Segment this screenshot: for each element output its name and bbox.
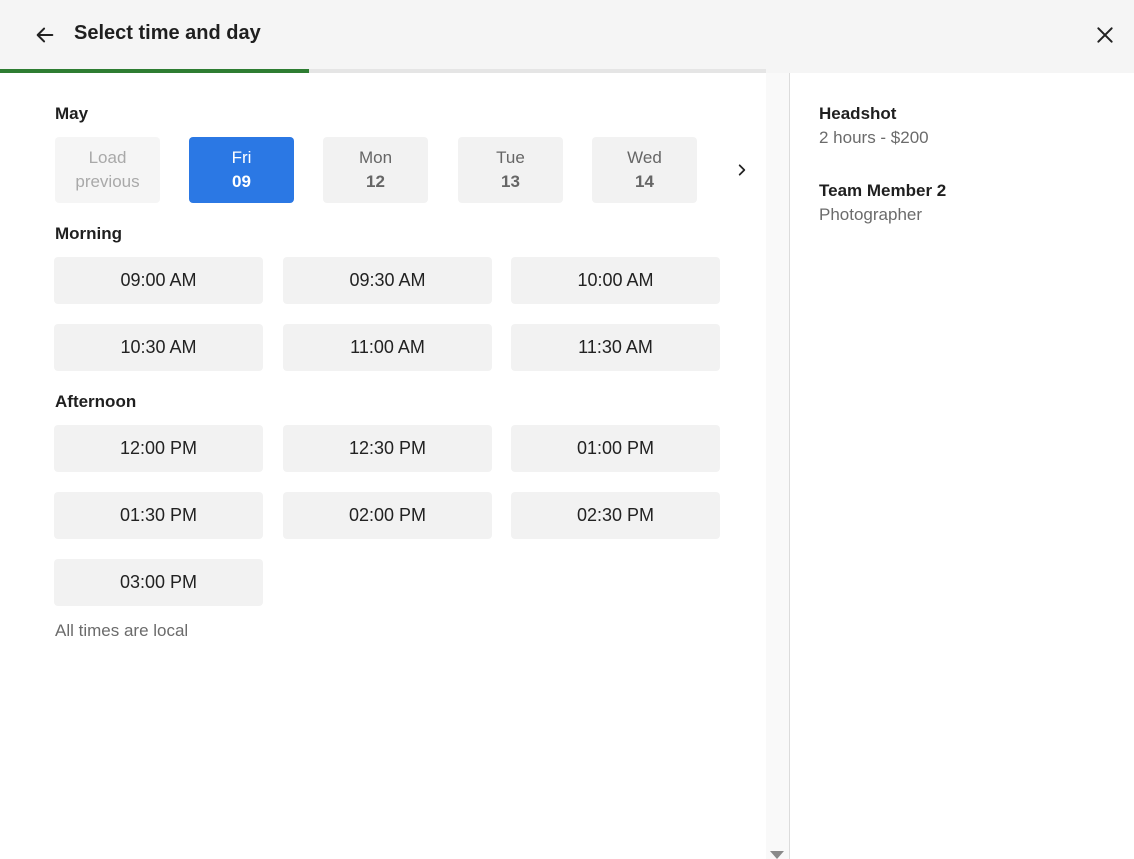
- time-slot-1200pm[interactable]: 12:00 PM: [54, 425, 263, 472]
- day-weekday: Fri: [231, 148, 252, 167]
- close-button[interactable]: [1090, 20, 1120, 50]
- scrollbar[interactable]: [766, 73, 789, 859]
- load-previous-line1: Load: [88, 148, 127, 167]
- day-number: 12: [366, 172, 385, 191]
- time-slot-0900am[interactable]: 09:00 AM: [54, 257, 263, 304]
- time-slot-0300pm[interactable]: 03:00 PM: [54, 559, 263, 606]
- load-previous-button[interactable]: Load previous: [55, 137, 160, 203]
- day-weekday: Wed: [627, 148, 662, 167]
- day-button-tue-13[interactable]: Tue 13: [458, 137, 563, 203]
- time-slot-1000am[interactable]: 10:00 AM: [511, 257, 720, 304]
- arrow-left-icon: [36, 27, 54, 43]
- morning-label: Morning: [55, 224, 123, 243]
- time-slot-1030am[interactable]: 10:30 AM: [54, 324, 263, 371]
- day-weekday: Mon: [358, 148, 393, 167]
- day-number: 13: [501, 172, 520, 191]
- back-button[interactable]: [30, 20, 60, 50]
- panel-divider: [789, 73, 790, 859]
- time-slot-0230pm[interactable]: 02:30 PM: [511, 492, 720, 539]
- day-button-mon-12[interactable]: Mon 12: [323, 137, 428, 203]
- header-bar: Select time and day: [0, 0, 1134, 73]
- next-days-button[interactable]: [730, 158, 754, 182]
- time-slot-0100pm[interactable]: 01:00 PM: [511, 425, 720, 472]
- timezone-note: All times are local: [55, 621, 189, 640]
- afternoon-label: Afternoon: [55, 392, 137, 411]
- month-label: May: [55, 104, 89, 123]
- load-previous-line2: previous: [75, 172, 140, 191]
- day-button-wed-14[interactable]: Wed 14: [592, 137, 697, 203]
- day-number: 09: [232, 172, 251, 191]
- time-slot-0130pm[interactable]: 01:30 PM: [54, 492, 263, 539]
- staff-role: Photographer: [819, 205, 923, 224]
- staff-name: Team Member 2: [819, 181, 947, 200]
- time-slot-1130am[interactable]: 11:30 AM: [511, 324, 720, 371]
- day-number: 14: [635, 172, 654, 191]
- scroll-down-arrow-icon[interactable]: [770, 851, 784, 859]
- day-weekday: Tue: [496, 148, 525, 167]
- close-icon: [1097, 27, 1113, 43]
- page-title: Select time and day: [74, 22, 261, 44]
- time-slot-1230pm[interactable]: 12:30 PM: [283, 425, 492, 472]
- day-button-fri-09[interactable]: Fri 09: [189, 137, 294, 203]
- time-slot-0200pm[interactable]: 02:00 PM: [283, 492, 492, 539]
- time-slot-0930am[interactable]: 09:30 AM: [283, 257, 492, 304]
- service-detail: 2 hours - $200: [819, 128, 929, 147]
- time-slot-1100am[interactable]: 11:00 AM: [283, 324, 492, 371]
- service-name: Headshot: [819, 104, 897, 123]
- chevron-right-icon: [738, 164, 746, 176]
